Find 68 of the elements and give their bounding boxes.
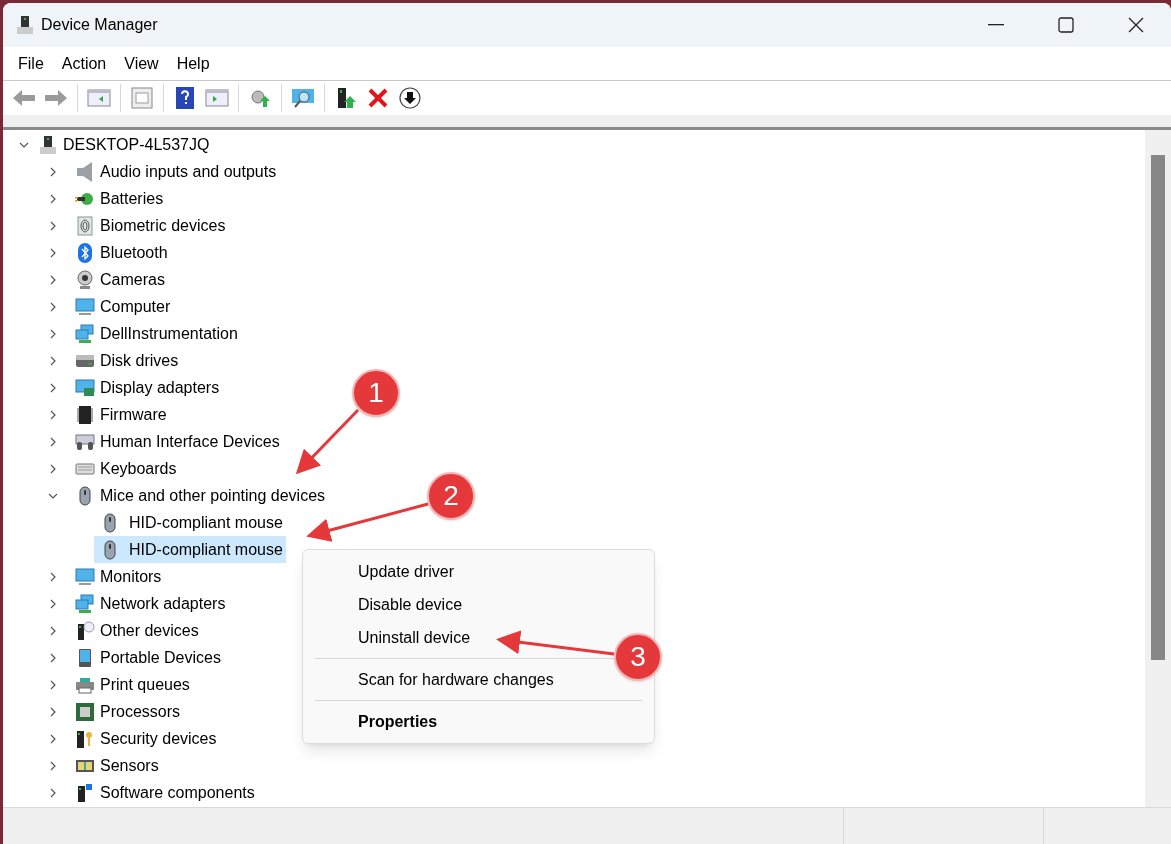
keyboard-mouse-icon bbox=[75, 431, 95, 452]
webcam-icon bbox=[75, 269, 95, 290]
down-arrow-circle-icon bbox=[398, 86, 422, 110]
menu-item[interactable]: Uninstall device bbox=[308, 621, 479, 654]
tree-item[interactable]: Sensors bbox=[99, 753, 160, 778]
tree-item[interactable]: Mice and other pointing devices bbox=[99, 483, 327, 508]
arrow bbox=[295, 408, 360, 475]
tower-puzzle-icon bbox=[75, 782, 95, 803]
network-computers-icon bbox=[75, 593, 95, 614]
cross-icon bbox=[367, 87, 389, 109]
tree-item[interactable]: Computer bbox=[99, 294, 172, 319]
tree-item[interactable]: Print queues bbox=[99, 672, 191, 697]
tree-item[interactable]: DellInstrumentation bbox=[99, 321, 239, 346]
document-window-icon bbox=[131, 87, 153, 109]
right-arrow-icon bbox=[43, 88, 69, 108]
tree-item[interactable]: Security devices bbox=[99, 726, 218, 751]
monitor-magnifier-icon bbox=[290, 87, 316, 109]
tree-item[interactable]: Keyboards bbox=[99, 456, 178, 481]
tree-item[interactable]: Batteries bbox=[99, 186, 165, 211]
window-panel-icon bbox=[205, 88, 229, 108]
monitor-icon bbox=[75, 296, 95, 317]
left-arrow-icon bbox=[11, 88, 37, 108]
menu-item[interactable]: View bbox=[115, 48, 168, 79]
menu-item[interactable]: Properties bbox=[308, 705, 446, 738]
tree-item[interactable]: Monitors bbox=[99, 564, 163, 589]
close-icon bbox=[1128, 17, 1144, 33]
minimize-icon bbox=[988, 24, 1004, 26]
tree-item[interactable]: Processors bbox=[99, 699, 182, 724]
help-icon bbox=[175, 86, 195, 110]
tree-item[interactable]: Network adapters bbox=[99, 591, 227, 616]
scrollbar[interactable] bbox=[1145, 130, 1171, 807]
tree-item[interactable]: Human Interface Devices bbox=[99, 429, 281, 454]
menu-item[interactable]: Update driver bbox=[308, 555, 463, 588]
tree-item[interactable]: Cameras bbox=[99, 267, 166, 292]
bluetooth-icon bbox=[75, 242, 95, 263]
processor-icon bbox=[75, 701, 95, 722]
computer-tower-icon bbox=[38, 134, 58, 155]
window-panel-icon bbox=[87, 88, 111, 108]
tree-item[interactable]: Firmware bbox=[99, 402, 168, 427]
device-question-icon bbox=[75, 620, 95, 641]
tree-item[interactable]: Software components bbox=[99, 780, 256, 805]
network-computers-icon bbox=[75, 323, 95, 344]
chip-icon bbox=[75, 404, 95, 425]
tree-item[interactable]: HID-compliant mouse bbox=[94, 509, 286, 536]
display-adapter-icon bbox=[75, 377, 95, 398]
menu-item[interactable]: Disable device bbox=[308, 588, 471, 621]
tower-key-icon bbox=[75, 728, 95, 749]
speaker-icon bbox=[75, 161, 95, 182]
scrollbar-thumb[interactable] bbox=[1151, 155, 1165, 660]
fingerprint-icon bbox=[75, 215, 95, 236]
menu-item[interactable]: Scan for hardware changes bbox=[308, 663, 562, 696]
menu-item[interactable]: File bbox=[9, 48, 53, 79]
maximize-icon bbox=[1058, 17, 1074, 33]
tree-item[interactable]: Bluetooth bbox=[99, 240, 169, 265]
tree-item[interactable]: Other devices bbox=[99, 618, 200, 643]
menu-item[interactable]: Help bbox=[167, 48, 219, 79]
tree-item[interactable]: DESKTOP-4L537JQ bbox=[62, 132, 211, 157]
tree-item[interactable]: Portable Devices bbox=[99, 645, 222, 670]
tower-up-arrow-icon bbox=[335, 86, 357, 110]
computer-tower-icon bbox=[15, 15, 35, 35]
tree-item[interactable]: Biometric devices bbox=[99, 213, 227, 238]
tree-item[interactable]: Disk drives bbox=[99, 348, 180, 373]
tree-item[interactable]: Display adapters bbox=[99, 375, 221, 400]
tree-item[interactable]: Audio inputs and outputs bbox=[99, 159, 278, 184]
tree-item[interactable]: HID-compliant mouse bbox=[94, 536, 286, 563]
menu-item[interactable]: Action bbox=[52, 48, 116, 79]
window-title: Device Manager bbox=[41, 15, 158, 35]
monitor-icon bbox=[75, 566, 95, 587]
